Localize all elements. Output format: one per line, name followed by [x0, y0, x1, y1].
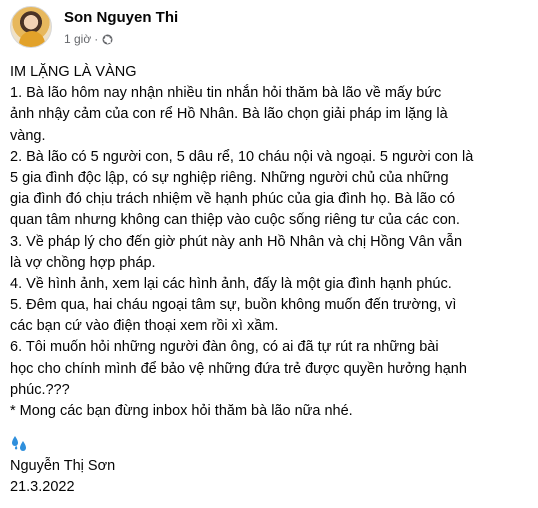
post-text-line: học cho chính mình để bảo vệ những đứa t… — [10, 360, 467, 377]
meta-separator: · — [94, 32, 99, 46]
post-meta: 1 giờ · — [64, 32, 113, 46]
post-text-line: phúc.??? — [10, 381, 70, 398]
post-text-line: 4. Về hình ảnh, xem lại các hình ảnh, đấ… — [10, 275, 452, 292]
sweat-droplets-icon — [10, 435, 30, 453]
post-text-line: 6. Tôi muốn hỏi những người đàn ông, có … — [10, 339, 439, 356]
post-text-line: ảnh nhậy cảm của con rể Hồ Nhân. Bà lão … — [10, 106, 448, 123]
globe-icon[interactable] — [102, 34, 113, 45]
avatar[interactable] — [10, 6, 52, 48]
author-name[interactable]: Son Nguyen Thi — [64, 9, 178, 27]
post-body: IM LẶNG LÀ VÀNG 1. Bà lão hôm nay nhận n… — [10, 62, 520, 422]
signature-name: Nguyễn Thị Sơn — [10, 458, 116, 474]
post-text-line: 5. Đêm qua, hai cháu ngoại tâm sự, buồn … — [10, 297, 457, 314]
post-text-line: là vợ chồng hợp pháp. — [10, 254, 156, 271]
post-text-line: vàng. — [10, 127, 46, 144]
post-header: Son Nguyen Thi 1 giờ · — [10, 6, 510, 50]
signature-block: Nguyễn Thị Sơn 21.3.2022 — [10, 456, 310, 498]
post-text-line: 1. Bà lão hôm nay nhận nhiều tin nhắn hỏ… — [10, 85, 442, 102]
facebook-post: Son Nguyen Thi 1 giờ · IM LẶNG LÀ VÀNG 1… — [0, 0, 538, 508]
post-text-line: quan tâm nhưng không can thiệp vào cuộc … — [10, 212, 460, 229]
post-title: IM LẶNG LÀ VÀNG — [10, 64, 137, 80]
post-timestamp[interactable]: 1 giờ — [64, 32, 91, 46]
post-text-line: * Mong các bạn đừng inbox hỏi thăm bà lã… — [10, 403, 353, 419]
post-text-line: 2. Bà lão có 5 người con, 5 dâu rể, 10 c… — [10, 148, 474, 165]
post-text-line: 3. Về pháp lý cho đến giờ phút này anh H… — [10, 233, 463, 250]
post-text-line: gia đình đó chịu trách nhiệm về hạnh phú… — [10, 191, 455, 208]
post-text-line: các bạn cứ vào điện thoại xem rồi xì xầm… — [10, 318, 279, 335]
post-text-line: 5 gia đình độc lập, có sự nghiệp riêng. … — [10, 169, 449, 186]
signature-date: 21.3.2022 — [10, 479, 75, 496]
